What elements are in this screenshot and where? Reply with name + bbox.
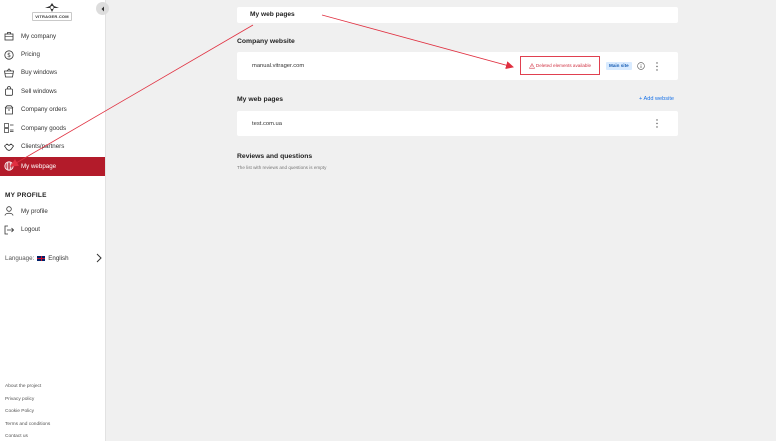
footer-link-about[interactable]: About the project <box>5 382 50 395</box>
chevron-left-icon <box>101 6 104 11</box>
info-icon[interactable] <box>637 62 645 70</box>
sidebar-item-label: Logout <box>21 226 40 234</box>
sidebar-item-my-company[interactable]: My company <box>0 27 105 45</box>
page-header-card: My web pages <box>237 7 678 23</box>
profile-nav: My profile Logout <box>0 202 105 239</box>
footer-link-terms[interactable]: Terms and conditions <box>5 420 50 433</box>
uk-flag-icon <box>37 255 46 261</box>
language-label: Language: <box>5 254 35 262</box>
sidebar-item-label: My company <box>21 32 57 40</box>
company-website-heading: Company website <box>237 38 295 45</box>
sidebar-item-label: Clients/partners <box>21 143 65 151</box>
sidebar-item-clients-partners[interactable]: Clients/partners <box>0 137 105 155</box>
logout-icon <box>4 225 14 235</box>
logo-emblem-icon <box>45 3 59 12</box>
my-site-url[interactable]: test.com.ua <box>252 121 282 127</box>
footer-link-privacy[interactable]: Privacy policy <box>5 395 50 408</box>
more-options-icon[interactable] <box>655 62 659 71</box>
cart-icon <box>4 68 14 78</box>
collapse-sidebar-button[interactable] <box>96 2 109 15</box>
company-site-url[interactable]: manual.vitrager.com <box>252 63 304 69</box>
bag-icon <box>4 86 14 97</box>
sidebar-item-label: My profile <box>21 207 48 215</box>
reviews-empty-text: The list with reviews and questions is e… <box>237 165 327 170</box>
sidebar-item-logout[interactable]: Logout <box>0 220 105 238</box>
goods-icon <box>4 123 14 133</box>
sidebar-item-pricing[interactable]: $ Pricing <box>0 45 105 63</box>
sidebar-item-my-profile[interactable]: My profile <box>0 202 105 220</box>
more-options-icon[interactable] <box>655 119 659 128</box>
box-icon <box>4 105 14 115</box>
handshake-icon <box>4 142 14 152</box>
sidebar: VITRAGER.COM My company $ Pricing Buy wi… <box>0 0 109 441</box>
add-website-link[interactable]: + Add website <box>639 96 674 102</box>
sidebar-item-my-webpage[interactable]: My webpage <box>0 156 105 176</box>
footer-link-contact[interactable]: Contact us <box>5 432 50 441</box>
dollar-icon: $ <box>4 49 14 60</box>
footer-links: About the project Privacy policy Cookie … <box>5 382 50 441</box>
my-web-pages-heading: My web pages <box>237 96 284 103</box>
sidebar-item-label: Sell windows <box>21 87 57 95</box>
sidebar-item-company-goods[interactable]: Company goods <box>0 119 105 137</box>
sidebar-item-label: Pricing <box>21 51 40 59</box>
deleted-elements-warning[interactable]: Deleted elements available <box>520 56 600 75</box>
my-site-row[interactable]: test.com.ua <box>237 111 678 136</box>
user-icon <box>4 206 14 216</box>
sidebar-item-label: Company orders <box>21 106 67 114</box>
sidebar-item-company-orders[interactable]: Company orders <box>0 101 105 119</box>
sidebar-item-buy-windows[interactable]: Buy windows <box>0 64 105 82</box>
main-site-badge: Main site <box>606 62 632 70</box>
company-site-row[interactable]: manual.vitrager.com Deleted elements ava… <box>237 52 678 80</box>
footer-link-cookie[interactable]: Cookie Policy <box>5 407 50 420</box>
briefcase-icon <box>4 31 14 41</box>
language-selector[interactable]: Language: English <box>5 252 103 264</box>
logo[interactable]: VITRAGER.COM <box>32 3 72 21</box>
chevron-right-icon <box>96 253 102 263</box>
sidebar-item-label: Company goods <box>21 124 67 132</box>
sidebar-item-label: Buy windows <box>21 69 58 77</box>
profile-section-title: MY PROFILE <box>5 192 47 199</box>
warning-icon <box>528 62 535 69</box>
logo-text: VITRAGER.COM <box>32 12 72 21</box>
sidebar-item-label: My webpage <box>21 162 57 170</box>
sidebar-item-sell-windows[interactable]: Sell windows <box>0 82 105 100</box>
globe-icon <box>4 161 14 171</box>
sidebar-nav: My company $ Pricing Buy windows Sell wi… <box>0 27 105 176</box>
language-value: English <box>48 254 69 262</box>
page-title: My web pages <box>250 11 295 18</box>
reviews-heading: Reviews and questions <box>237 153 313 160</box>
warning-text: Deleted elements available <box>535 63 592 68</box>
svg-text:$: $ <box>7 52 11 59</box>
